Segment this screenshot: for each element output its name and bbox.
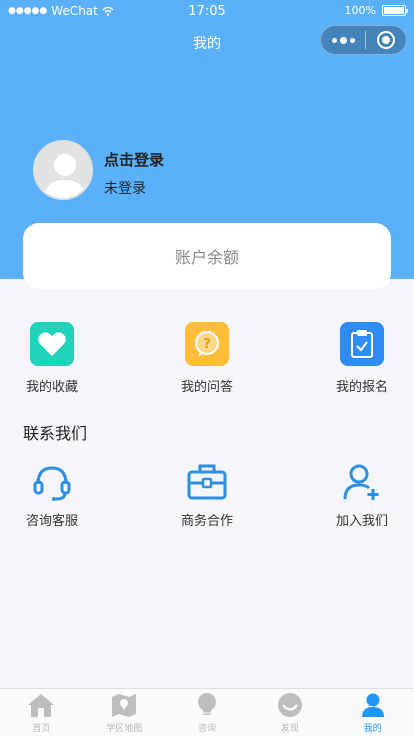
heart-icon	[30, 322, 74, 366]
miniprogram-capsule	[320, 25, 407, 55]
login-link[interactable]: 点击登录	[104, 149, 164, 170]
tab-mine[interactable]: 我的	[331, 689, 414, 736]
bulb-icon	[192, 691, 222, 719]
registration-label: 我的报名	[335, 380, 388, 395]
tab-discover-label: 发现	[280, 724, 299, 734]
customer-service-label: 咨询客服	[25, 514, 78, 529]
business-cooperation-label: 商务合作	[180, 514, 233, 529]
favorites-button[interactable]: 我的收藏	[2, 322, 102, 395]
battery-status: 100%	[344, 4, 408, 17]
home-icon	[26, 691, 56, 719]
login-status: 未登录	[104, 181, 146, 197]
customer-service-button[interactable]: 咨询客服	[2, 460, 102, 529]
favorites-label: 我的收藏	[25, 380, 78, 395]
briefcase-icon	[185, 460, 229, 504]
contact-section-title: 联系我们	[23, 424, 88, 443]
balance-card[interactable]: 账户余额	[23, 223, 391, 289]
tab-home[interactable]: 首页	[0, 689, 83, 736]
tab-discover[interactable]: 发现	[248, 689, 331, 736]
more-dot-icon	[339, 36, 347, 44]
more-dot-icon	[349, 37, 355, 43]
svg-text:?: ?	[203, 337, 211, 352]
tab-school-map[interactable]: 学区地图	[83, 689, 166, 736]
qa-button[interactable]: ? 我的问答	[157, 322, 257, 395]
status-bar: ●●●●● WeChat 17:05 100%	[0, 0, 414, 24]
battery-icon	[382, 5, 408, 16]
avatar[interactable]	[33, 140, 93, 200]
tab-school-map-label: 学区地图	[106, 724, 143, 734]
battery-percent: 100%	[344, 4, 376, 17]
business-cooperation-button[interactable]: 商务合作	[157, 460, 257, 529]
map-icon	[109, 691, 139, 719]
more-button[interactable]	[321, 26, 365, 54]
tab-home-label: 首页	[32, 724, 51, 734]
close-miniprogram-button[interactable]	[366, 26, 406, 54]
tab-bar: 首页 学区地图 咨询 发现 我的	[0, 688, 414, 736]
add-user-icon	[340, 460, 384, 504]
join-us-label: 加入我们	[335, 514, 388, 529]
registration-button[interactable]: 我的报名	[312, 322, 412, 395]
tab-consult-label: 咨询	[197, 724, 216, 734]
question-bubble-icon: ?	[185, 322, 229, 366]
more-dot-icon	[331, 37, 337, 43]
join-us-button[interactable]: 加入我们	[312, 460, 412, 529]
target-icon	[377, 31, 395, 49]
discover-icon	[275, 691, 305, 719]
headset-icon	[30, 460, 74, 504]
balance-label: 账户余额	[174, 248, 239, 267]
tab-mine-label: 我的	[363, 724, 382, 734]
qa-label: 我的问答	[180, 380, 233, 395]
clipboard-icon	[340, 322, 384, 366]
user-icon	[358, 691, 388, 719]
tab-consult[interactable]: 咨询	[166, 689, 249, 736]
